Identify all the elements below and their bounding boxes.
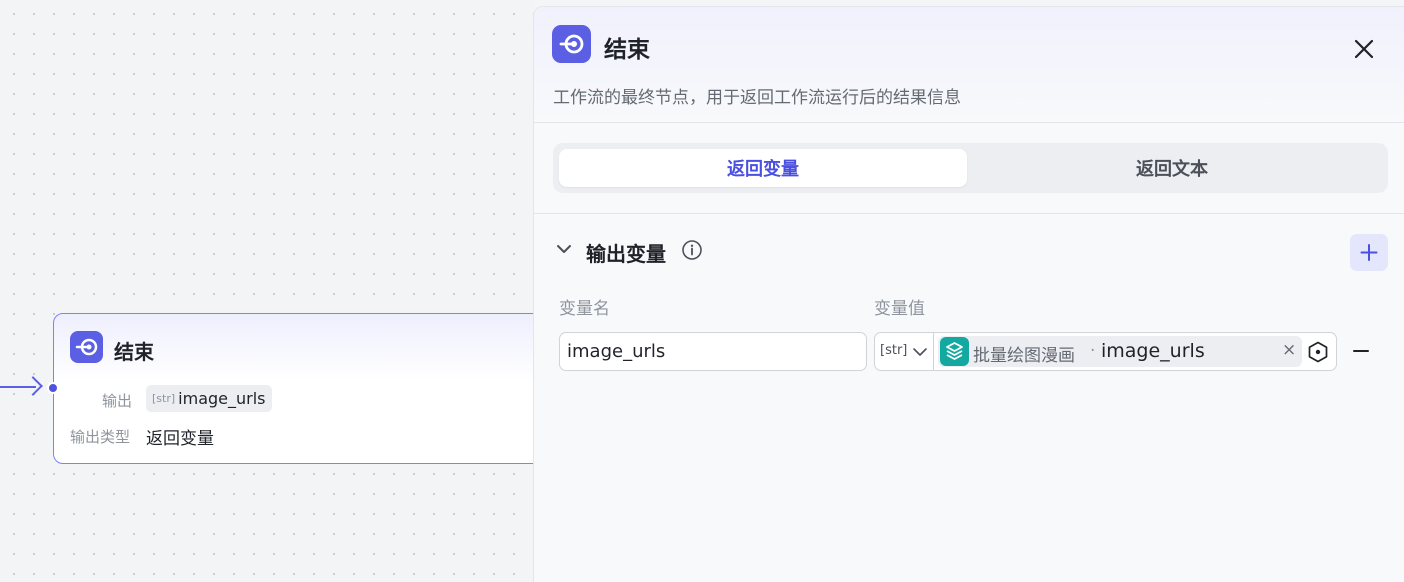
- node-output-value: image_urls: [178, 389, 266, 408]
- tab-return-variable[interactable]: 返回变量: [559, 149, 967, 187]
- type-select[interactable]: [str]: [875, 333, 934, 370]
- variable-name-input[interactable]: [559, 332, 867, 371]
- variable-reference-chip[interactable]: 批量绘图漫画 · image_urls ×: [938, 336, 1302, 367]
- minus-icon: [1353, 350, 1369, 352]
- str-type-tag: [str]: [880, 343, 908, 358]
- edge-arrow-icon: [23, 376, 43, 396]
- panel-description: 工作流的最终节点，用于返回工作流运行后的结果信息: [553, 88, 961, 108]
- node-output-type-label: 输出类型: [70, 428, 131, 446]
- add-variable-button[interactable]: [1350, 234, 1388, 271]
- chevron-down-icon: [913, 348, 927, 356]
- variable-picker-icon[interactable]: [1307, 341, 1329, 363]
- reference-variable-name: image_urls: [1101, 340, 1205, 362]
- chevron-down-icon[interactable]: [554, 239, 574, 259]
- str-type-tag: [str]: [152, 392, 176, 405]
- reference-separator: ·: [1090, 341, 1096, 361]
- node-output-label: 输出: [102, 392, 133, 410]
- column-label-name: 变量名: [559, 299, 610, 319]
- output-mode-tabs: 返回变量 返回文本: [553, 143, 1388, 193]
- workflow-canvas[interactable]: 结束 输出 [str] image_urls 输出类型 返回变量: [0, 0, 534, 582]
- variable-value-field: [str] 批量绘图漫画 · image_urls ×: [874, 332, 1337, 371]
- reference-source-node: 批量绘图漫画: [973, 346, 1075, 366]
- end-node-card[interactable]: 结束 输出 [str] image_urls 输出类型 返回变量: [53, 313, 534, 464]
- column-label-value: 变量值: [874, 299, 925, 319]
- layers-icon: [940, 337, 969, 366]
- panel-header: 结束 工作流的最终节点，用于返回工作流运行后的结果信息: [534, 7, 1404, 123]
- node-output-chip: [str] image_urls: [146, 385, 272, 412]
- info-icon[interactable]: [681, 239, 703, 261]
- node-config-panel: 结束 工作流的最终节点，用于返回工作流运行后的结果信息 返回变量 返回文本 输出…: [533, 6, 1404, 582]
- tab-return-text[interactable]: 返回文本: [968, 149, 1376, 187]
- end-node-icon: [70, 331, 103, 363]
- panel-title: 结束: [604, 37, 650, 63]
- plus-icon: [1360, 244, 1378, 261]
- node-output-type-value: 返回变量: [146, 429, 214, 449]
- clear-reference-icon[interactable]: ×: [1282, 340, 1296, 360]
- node-title: 结束: [114, 340, 154, 364]
- end-node-icon: [552, 25, 591, 63]
- section-title: 输出变量: [586, 242, 666, 266]
- close-icon[interactable]: [1346, 31, 1382, 67]
- divider: [534, 213, 1404, 214]
- node-input-handle[interactable]: [47, 382, 59, 394]
- remove-variable-button[interactable]: [1350, 339, 1372, 363]
